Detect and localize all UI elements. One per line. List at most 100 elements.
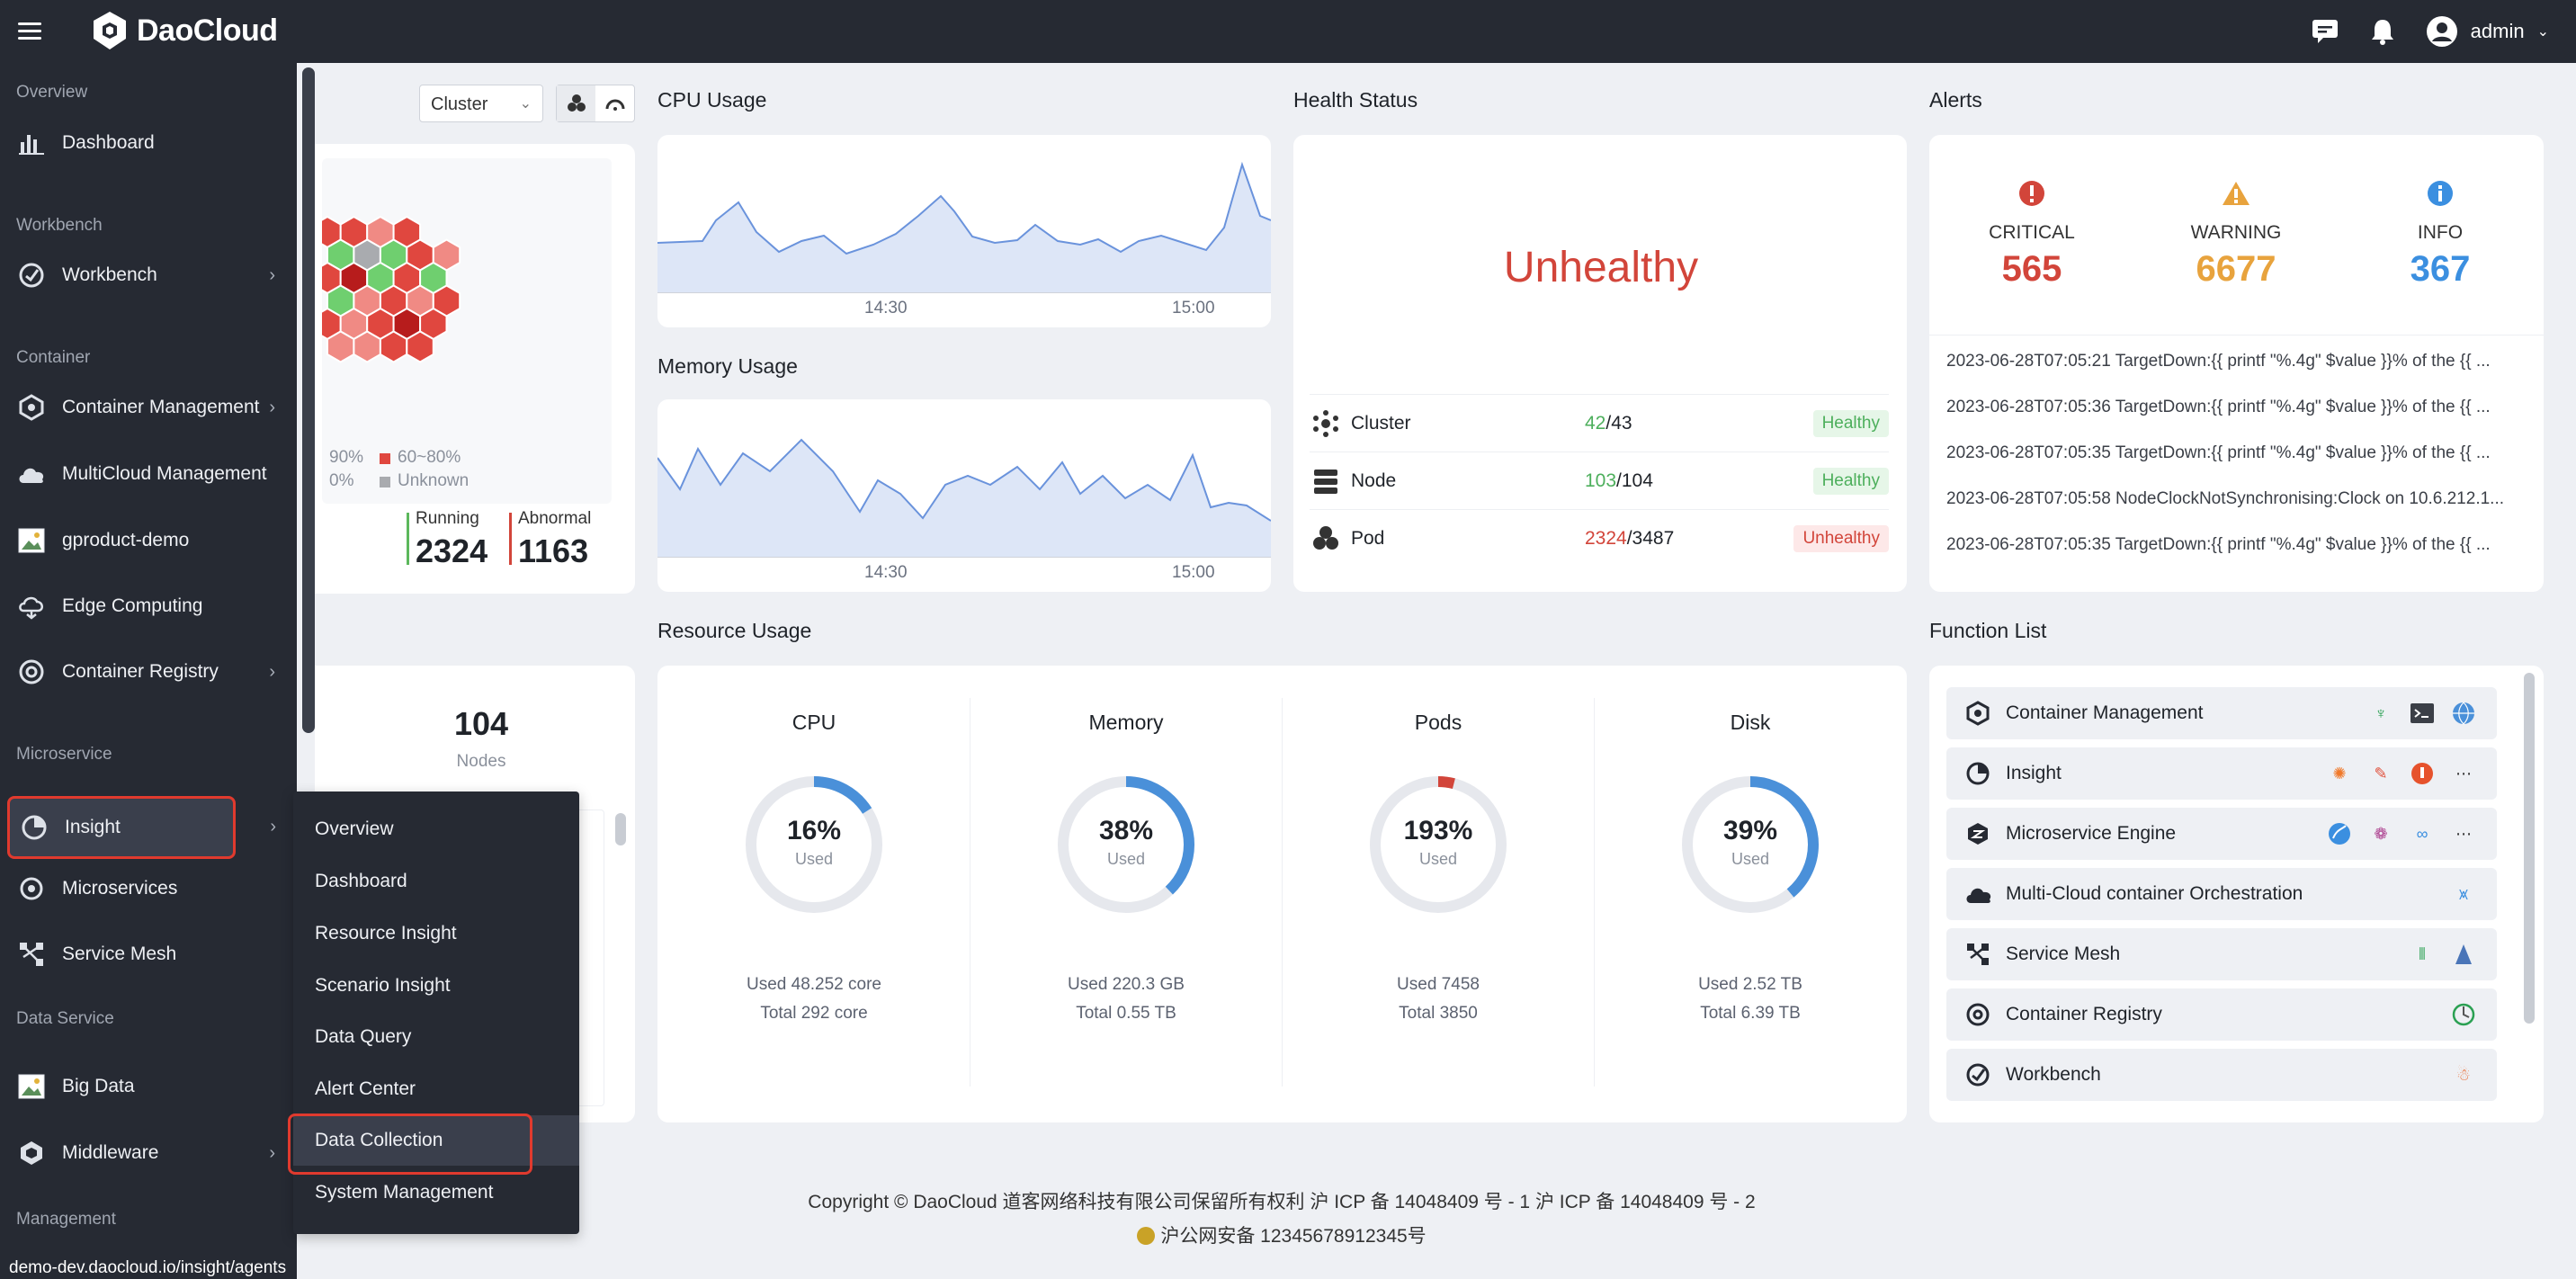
ring-title: Disk [1730,711,1771,734]
sidebar-item-service-mesh[interactable]: Service Mesh [0,928,288,980]
alert-line[interactable]: 2023-06-28T07:05:21 TargetDown:{{ printf… [1946,352,2522,371]
middleware-icon [16,1138,47,1168]
gauge-view-icon[interactable] [595,85,634,121]
grafana-icon[interactable]: ✺ [2326,760,2353,787]
edge-computing-icon [16,591,47,622]
sidebar-item-container-registry[interactable]: Container Registry › [0,646,288,698]
function-list-scrollbar[interactable] [2524,673,2535,1024]
footer-copyright: Copyright © DaoCloud 道客网络科技有限公司保留所有权利 沪 … [808,1192,1756,1212]
warning-value: 6677 [2196,249,2276,289]
hex-grid [313,215,461,363]
ring-used-word: Used [1106,850,1146,868]
cluster-hex[interactable] [379,330,408,363]
submenu-item-alert-center[interactable]: Alert Center [293,1064,579,1114]
health-row-total: /43 [1606,412,1632,434]
submenu-item-data-query[interactable]: Data Query [293,1012,579,1062]
sidebar-item-label: Big Data [62,1076,135,1096]
cluster-hex[interactable] [326,330,355,363]
alert-critical[interactable]: CRITICAL 565 [1928,180,2135,290]
legend-90: 90% [329,448,364,467]
menu-icon[interactable] [16,17,43,44]
submenu-item-system-management[interactable]: System Management [293,1167,579,1218]
function-row-multicloud[interactable]: Multi-Cloud container Orchestration ⩙ [1946,868,2497,920]
top-bar: DaoCloud admin ⌄ [0,0,2576,63]
ring-total: Total 3850 [1399,1004,1478,1023]
user-menu[interactable]: admin ⌄ [2426,15,2549,48]
sidebar-item-microservices[interactable]: Microservices [0,863,288,915]
function-row-microservice-engine[interactable]: Microservice Engine ❁ ∞ ⋯ [1946,808,2497,860]
globe-icon[interactable] [2450,700,2477,727]
sidebar-scrollbar[interactable] [302,67,315,733]
sidebar-item-workbench[interactable]: Workbench › [0,249,288,301]
sidebar-item-edge-computing[interactable]: Edge Computing [0,580,288,632]
alert-warning[interactable]: WARNING 6677 [2133,180,2339,290]
harbor-icon[interactable] [2450,1001,2477,1028]
alert-line[interactable]: 2023-06-28T07:05:36 TargetDown:{{ printf… [1946,398,2522,417]
more-icon[interactable]: ⋯ [2450,760,2477,787]
cluster-select[interactable]: Cluster ⌄ [419,85,543,122]
terminal-icon[interactable] [2409,700,2436,727]
sidebar-item-dashboard[interactable]: Dashboard [0,117,288,169]
alert-line[interactable]: 2023-06-28T07:05:35 TargetDown:{{ printf… [1946,443,2522,463]
function-row-service-mesh[interactable]: Service Mesh ⦀ [1946,928,2497,980]
image-icon [16,1071,47,1102]
sidebar-item-big-data[interactable]: Big Data [0,1060,288,1113]
submenu-item-resource-insight[interactable]: Resource Insight [293,908,579,959]
resource-ring-cpu: CPU 16% Used Used 48.252 core Total 292 core [657,711,970,1028]
function-row-container-registry[interactable]: Container Registry [1946,988,2497,1041]
hexagon-view-icon[interactable] [557,85,595,121]
alert-line[interactable]: 2023-06-28T07:05:35 TargetDown:{{ printf… [1946,535,2522,555]
sidebar-item-label: Insight [65,817,121,837]
nodes-list-scrollbar[interactable] [615,813,626,845]
ring-title: CPU [792,711,836,734]
ring-used: Used 7458 [1397,975,1480,994]
microservice-engine-icon [1964,820,1991,847]
warning-icon [2223,182,2250,205]
envoy-icon[interactable]: ❁ [2367,820,2394,847]
more-icon[interactable]: ⋯ [2450,820,2477,847]
service-mesh-icon [1964,941,1991,968]
nodes-label: Nodes [456,752,506,771]
pen-icon[interactable]: ✎ [2367,760,2394,787]
submenu-item-overview[interactable]: Overview [293,804,579,854]
status-badge: Healthy [1812,467,1889,495]
cluster-hex[interactable] [353,330,381,363]
prometheus-icon[interactable] [2409,760,2436,787]
function-row-container-management[interactable]: Container Management ♆ [1946,687,2497,739]
brand-logo[interactable]: DaoCloud [90,5,278,56]
message-icon[interactable] [2311,18,2339,45]
karmada-icon[interactable]: ⩙ [2450,881,2477,908]
ring-total: Total 0.55 TB [1076,1004,1176,1023]
bell-icon[interactable] [2370,17,2395,46]
argo-icon[interactable]: ☃ [2450,1061,2477,1088]
alert-info[interactable]: INFO 367 [2337,180,2544,290]
critical-value: 565 [2001,249,2062,289]
ring-used-word: Used [794,850,834,868]
critical-icon [2019,181,2044,206]
istio-icon[interactable] [2450,941,2477,968]
submenu-item-dashboard[interactable]: Dashboard [293,856,579,907]
ring-total: Total 292 core [760,1004,868,1023]
bars-icon[interactable]: ⦀ [2409,941,2436,968]
submenu-item-scenario-insight[interactable]: Scenario Insight [293,961,579,1011]
bar-chart-icon [16,128,47,158]
function-row-workbench[interactable]: Workbench ☃ [1946,1049,2497,1101]
chevron-right-icon: › [269,1143,275,1163]
legend-swatch-red [380,453,390,464]
sidebar: Overview Dashboard Workbench Workbench ›… [0,63,297,1279]
alert-line[interactable]: 2023-06-28T07:05:58 NodeClockNotSynchron… [1946,489,2522,509]
nacos-icon[interactable] [2326,820,2353,847]
sidebar-item-insight[interactable]: Insight › [7,796,276,859]
sidebar-item-gproduct-demo[interactable]: gproduct-demo [0,514,288,567]
group-management: Management [16,1210,116,1229]
kubernetes-icon[interactable]: ♆ [2367,700,2394,727]
function-row-insight[interactable]: Insight ✺ ✎ ⋯ [1946,747,2497,800]
legend-60-80: 60~80% [398,448,461,467]
sidebar-item-container-management[interactable]: Container Management › [0,381,288,434]
username: admin [2470,20,2525,42]
link-icon[interactable]: ∞ [2409,820,2436,847]
resource-usage-title: Resource Usage [657,619,812,642]
sidebar-item-middleware[interactable]: Middleware › [0,1127,288,1179]
cluster-hex[interactable] [406,330,434,363]
sidebar-item-multicloud[interactable]: MultiCloud Management [0,448,288,500]
